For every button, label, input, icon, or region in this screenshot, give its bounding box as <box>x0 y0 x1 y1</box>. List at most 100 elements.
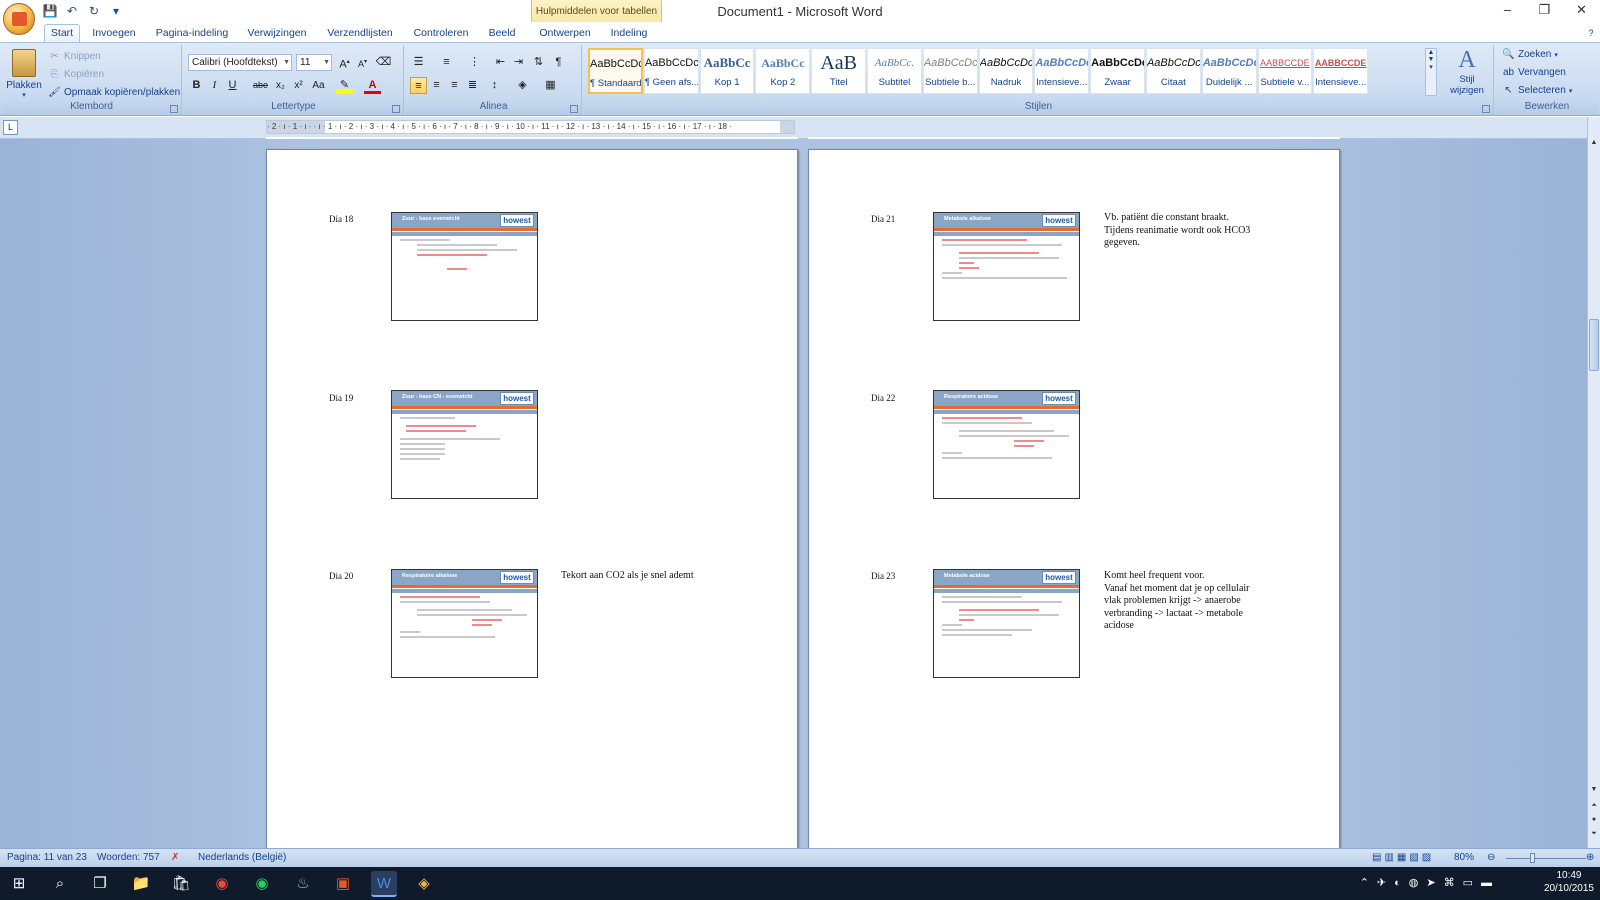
copy-button[interactable]: ⎘ Kopiëren <box>48 68 105 81</box>
chrome-icon[interactable]: ◉ <box>209 871 235 897</box>
clipboard-launcher-icon[interactable] <box>170 105 178 113</box>
zoom-slider-thumb[interactable] <box>1530 853 1535 863</box>
task-view-icon[interactable]: ❐ <box>87 871 113 897</box>
select-button[interactable]: ↖ Selecteren ▾ <box>1502 84 1572 97</box>
slide-thumbnail[interactable]: Metabole alkalose howest <box>933 212 1080 321</box>
language-indicator[interactable]: Nederlands (België) <box>198 852 286 863</box>
tab-verzendlijsten[interactable]: Verzendlijsten <box>322 25 398 42</box>
style-subtiele-verwijzing[interactable]: AABBCCDE Subtiele v... <box>1257 48 1313 94</box>
increase-indent-icon[interactable]: ⇥ <box>510 54 527 71</box>
replace-button[interactable]: ab Vervangen <box>1502 66 1566 79</box>
powerpoint-icon[interactable]: ▣ <box>330 871 356 897</box>
align-center-icon[interactable]: ≡ <box>428 77 445 94</box>
font-name-combo[interactable]: Calibri (Hoofdtekst) ▼ <box>188 54 292 71</box>
style-citaat[interactable]: AaBbCcDc Citaat <box>1145 48 1201 94</box>
restore-button[interactable]: ❐ <box>1526 0 1563 22</box>
style-kop-1[interactable]: AaBbCc Kop 1 <box>699 48 755 94</box>
clear-formatting-icon[interactable]: ⌫ <box>375 54 392 71</box>
minimize-button[interactable]: – <box>1489 0 1526 22</box>
next-page-icon[interactable]: ⏷ <box>1588 830 1600 842</box>
word-icon[interactable]: W <box>371 871 397 897</box>
slide-thumbnail[interactable]: Respiratoire alkalose howest <box>391 569 538 678</box>
paragraph-launcher-icon[interactable] <box>570 105 578 113</box>
style-standaard[interactable]: AaBbCcDc ¶ Standaard <box>588 48 643 94</box>
close-button[interactable]: ✕ <box>1563 0 1600 22</box>
word-count[interactable]: Woorden: 757 <box>97 852 160 863</box>
style-titel[interactable]: AaB Titel <box>811 48 867 94</box>
tab-verwijzingen[interactable]: Verwijzingen <box>242 25 312 42</box>
style-duidelijk-citaat[interactable]: AaBbCcDc Duidelijk ... <box>1201 48 1257 94</box>
slide-thumbnail[interactable]: Respiratoire acidose howest <box>933 390 1080 499</box>
highlight-icon[interactable]: ✎ <box>336 77 353 94</box>
slide-note[interactable]: Komt heel frequent voor. Vanaf het momen… <box>1104 570 1269 633</box>
decrease-indent-icon[interactable]: ⇤ <box>492 54 509 71</box>
slide-note[interactable]: Vb. patiënt die constant braakt. Tijdens… <box>1104 212 1269 250</box>
style-intensieve-nadruk[interactable]: AaBbCcDc Intensieve... <box>1034 48 1090 94</box>
scroll-thumb[interactable] <box>1589 319 1599 371</box>
justify-icon[interactable]: ≣ <box>464 77 481 94</box>
help-icon[interactable]: ? <box>1584 25 1598 42</box>
align-left-icon[interactable]: ≡ <box>410 77 427 94</box>
style-geen-afstand[interactable]: AaBbCcDc ¶ Geen afs... <box>643 48 699 94</box>
tab-start[interactable]: Start <box>44 24 80 43</box>
shrink-font-icon[interactable]: A▾ <box>354 54 371 71</box>
align-right-icon[interactable]: ≡ <box>446 77 463 94</box>
bold-icon[interactable]: B <box>188 77 205 94</box>
document-page[interactable]: Dia 21 Metabole alkalose howest Vb. patië… <box>808 149 1340 849</box>
change-case-icon[interactable]: Aa <box>310 77 327 94</box>
tab-pagina-indeling[interactable]: Pagina-indeling <box>152 25 232 42</box>
tab-beeld[interactable]: Beeld <box>484 25 520 42</box>
office-button[interactable] <box>3 3 35 35</box>
styles-launcher-icon[interactable] <box>1482 105 1490 113</box>
show-marks-icon[interactable]: ¶ <box>550 54 567 71</box>
view-buttons[interactable]: ▤▥▦▧▨ <box>1372 852 1434 863</box>
cut-button[interactable]: ✂ Knippen <box>48 50 100 63</box>
page-count[interactable]: Pagina: 11 van 23 <box>7 852 87 863</box>
style-subtiele-benadrukking[interactable]: AaBbCcDc Subtiele b... <box>922 48 978 94</box>
underline-icon[interactable]: U <box>224 77 241 94</box>
slide-thumbnail[interactable]: Metabole acidose howest <box>933 569 1080 678</box>
slide-thumbnail[interactable]: Zuur - base CN - evenwicht howest <box>391 390 538 499</box>
font-size-combo[interactable]: 11 ▼ <box>296 54 332 71</box>
change-styles-button[interactable]: A Stijl wijzigen <box>1442 46 1492 96</box>
find-button[interactable]: 🔍 Zoeken ▾ <box>1502 48 1558 61</box>
browse-object-icon[interactable]: ● <box>1588 816 1600 828</box>
style-subtitel[interactable]: AaBbCc. Subtitel <box>867 48 922 94</box>
subscript-icon[interactable]: x₂ <box>272 77 289 94</box>
vertical-scrollbar[interactable]: ▲ ▼ ⏶ ● ⏷ <box>1587 117 1600 848</box>
shading-icon[interactable]: ◈ <box>514 77 531 94</box>
borders-icon[interactable]: ▦ <box>542 77 559 94</box>
tab-controleren[interactable]: Controleren <box>408 25 474 42</box>
store-icon[interactable]: 🛍 <box>168 871 194 897</box>
office-app-icon[interactable]: ◈ <box>411 871 437 897</box>
style-kop-2[interactable]: AaBbCc Kop 2 <box>755 48 811 94</box>
search-icon[interactable]: ⌕ <box>47 871 73 897</box>
document-page[interactable]: Dia 18 Zuur - base evenwicht howest Dia 1… <box>266 149 798 849</box>
proofing-icon[interactable]: ✗ <box>171 852 179 863</box>
style-zwaar[interactable]: AaBbCcDc Zwaar <box>1090 48 1145 94</box>
line-spacing-icon[interactable]: ↕ <box>486 77 503 94</box>
zoom-level[interactable]: 80% <box>1454 852 1474 863</box>
slide-note[interactable]: Tekort aan CO2 als je snel ademt <box>561 570 751 583</box>
grow-font-icon[interactable]: A▴ <box>336 54 353 71</box>
steam-icon[interactable]: ♨ <box>290 871 316 897</box>
scroll-down-icon[interactable]: ▼ <box>1588 786 1600 798</box>
system-tray-icons[interactable]: ⌃✈◐◍➤⌘▭▬ <box>1360 876 1500 889</box>
clock[interactable]: 10:49 20/10/2015 <box>1544 869 1594 895</box>
bullets-icon[interactable]: ☰ <box>410 54 427 71</box>
slide-thumbnail[interactable]: Zuur - base evenwicht howest <box>391 212 538 321</box>
horizontal-ruler[interactable]: · 2 · ı · 1 · ı · · ı · 1 · ı · 2 · ı · … <box>266 120 795 134</box>
paste-button[interactable]: Plakken ▾ <box>6 48 42 100</box>
font-launcher-icon[interactable] <box>392 105 400 113</box>
style-nadruk[interactable]: AaBbCcDc Nadruk <box>978 48 1034 94</box>
scroll-up-icon[interactable]: ▲ <box>1588 139 1600 151</box>
numbering-icon[interactable]: ≡ <box>438 54 455 71</box>
previous-page-icon[interactable]: ⏶ <box>1588 802 1600 814</box>
tab-selector-icon[interactable]: L <box>3 120 18 135</box>
style-intensieve-verwijzing[interactable]: AABBCCDE Intensieve... <box>1313 48 1369 94</box>
strikethrough-icon[interactable]: abe <box>252 77 269 94</box>
zoom-out-icon[interactable]: ⊖ <box>1487 852 1495 863</box>
superscript-icon[interactable]: x² <box>290 77 307 94</box>
spotify-icon[interactable]: ◉ <box>249 871 275 897</box>
tab-ontwerpen[interactable]: Ontwerpen <box>536 25 594 42</box>
